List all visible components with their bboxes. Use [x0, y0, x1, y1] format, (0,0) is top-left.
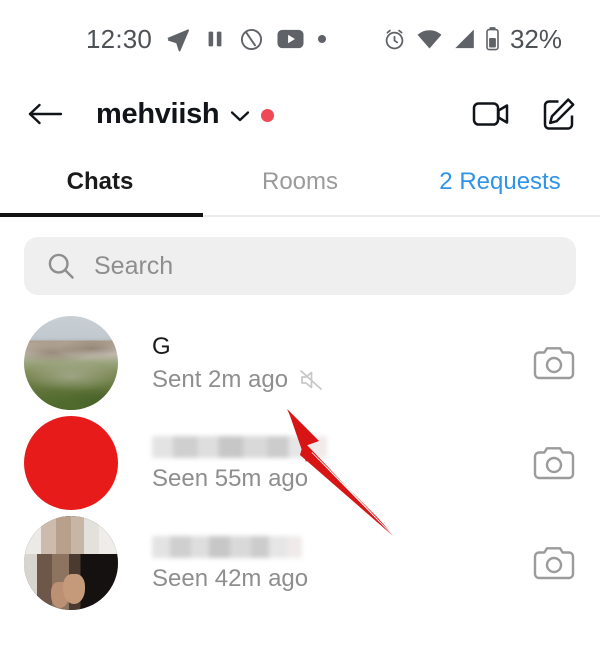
tab-chats[interactable]: Chats	[0, 150, 200, 217]
chat-subtitle: Sent 2m ago	[152, 365, 532, 393]
chat-item-text: Seen 42m ago	[152, 535, 532, 592]
search-area: Search	[0, 217, 600, 295]
camera-icon	[533, 547, 575, 580]
camera-button[interactable]	[532, 344, 576, 382]
avatar-detail	[63, 574, 86, 605]
app-header: mehviish	[0, 78, 600, 150]
account-switcher[interactable]: mehviish	[96, 97, 275, 131]
battery-icon	[485, 26, 500, 52]
chat-item-text: G Sent 2m ago	[152, 332, 532, 393]
back-button[interactable]	[22, 91, 68, 137]
chat-list-item[interactable]: Seen 42m ago	[0, 513, 600, 613]
avatar[interactable]	[24, 416, 118, 510]
youtube-icon	[277, 29, 304, 49]
speaker-muted-icon	[300, 369, 322, 390]
chat-status: Seen 42m ago	[152, 564, 309, 592]
search-placeholder: Search	[94, 251, 174, 280]
pause-icon	[204, 28, 226, 50]
chat-status: Sent 2m ago	[152, 365, 289, 393]
avatar[interactable]	[24, 316, 118, 410]
chat-name	[152, 435, 327, 458]
compose-pencil-icon	[543, 98, 575, 130]
camera-icon	[533, 447, 575, 480]
status-bar: 12:30 32%	[0, 0, 600, 78]
chat-name	[152, 535, 302, 558]
chat-status: Seen 55m ago	[152, 464, 309, 492]
new-message-button[interactable]	[542, 97, 576, 131]
search-icon	[48, 253, 74, 279]
status-bar-right: 32%	[382, 24, 562, 55]
chat-name: G	[152, 332, 171, 360]
status-time: 12:30	[86, 23, 153, 54]
chat-list-item[interactable]: G Sent 2m ago	[0, 313, 600, 413]
chat-list: G Sent 2m ago Seen 55m ago Seen 42m ago	[0, 295, 600, 613]
header-actions	[472, 97, 576, 131]
status-bar-left: 12:30	[86, 24, 327, 55]
chat-tabs: Chats Rooms 2 Requests	[0, 150, 600, 217]
chat-item-text: Seen 55m ago	[152, 435, 532, 492]
active-tab-underline	[0, 213, 203, 217]
wifi-icon	[416, 28, 443, 50]
dot-icon	[317, 34, 327, 44]
tab-rooms-label: Rooms	[261, 167, 339, 195]
chat-subtitle: Seen 42m ago	[152, 564, 532, 592]
cellular-signal-icon	[452, 28, 476, 50]
telegram-send-icon	[165, 26, 191, 52]
video-camera-icon	[472, 102, 509, 126]
circle-slash-icon	[239, 27, 264, 52]
chat-subtitle: Seen 55m ago	[152, 464, 532, 492]
account-name: mehviish	[96, 97, 220, 130]
unread-indicator-dot	[261, 108, 275, 122]
alarm-clock-icon	[382, 27, 407, 52]
video-call-button[interactable]	[472, 99, 512, 129]
chat-list-item[interactable]: Seen 55m ago	[0, 413, 600, 513]
arrow-left-icon	[28, 103, 63, 125]
battery-percent: 32%	[509, 23, 562, 54]
camera-button[interactable]	[532, 544, 576, 582]
tab-requests[interactable]: 2 Requests	[400, 150, 600, 217]
chevron-down-icon	[231, 110, 250, 121]
tab-requests-label: 2 Requests	[439, 167, 561, 195]
avatar[interactable]	[24, 516, 118, 610]
camera-icon	[533, 347, 575, 380]
search-input[interactable]: Search	[24, 237, 576, 295]
camera-button[interactable]	[532, 444, 576, 482]
tab-rooms[interactable]: Rooms	[200, 150, 400, 217]
tab-chats-label: Chats	[66, 167, 134, 195]
